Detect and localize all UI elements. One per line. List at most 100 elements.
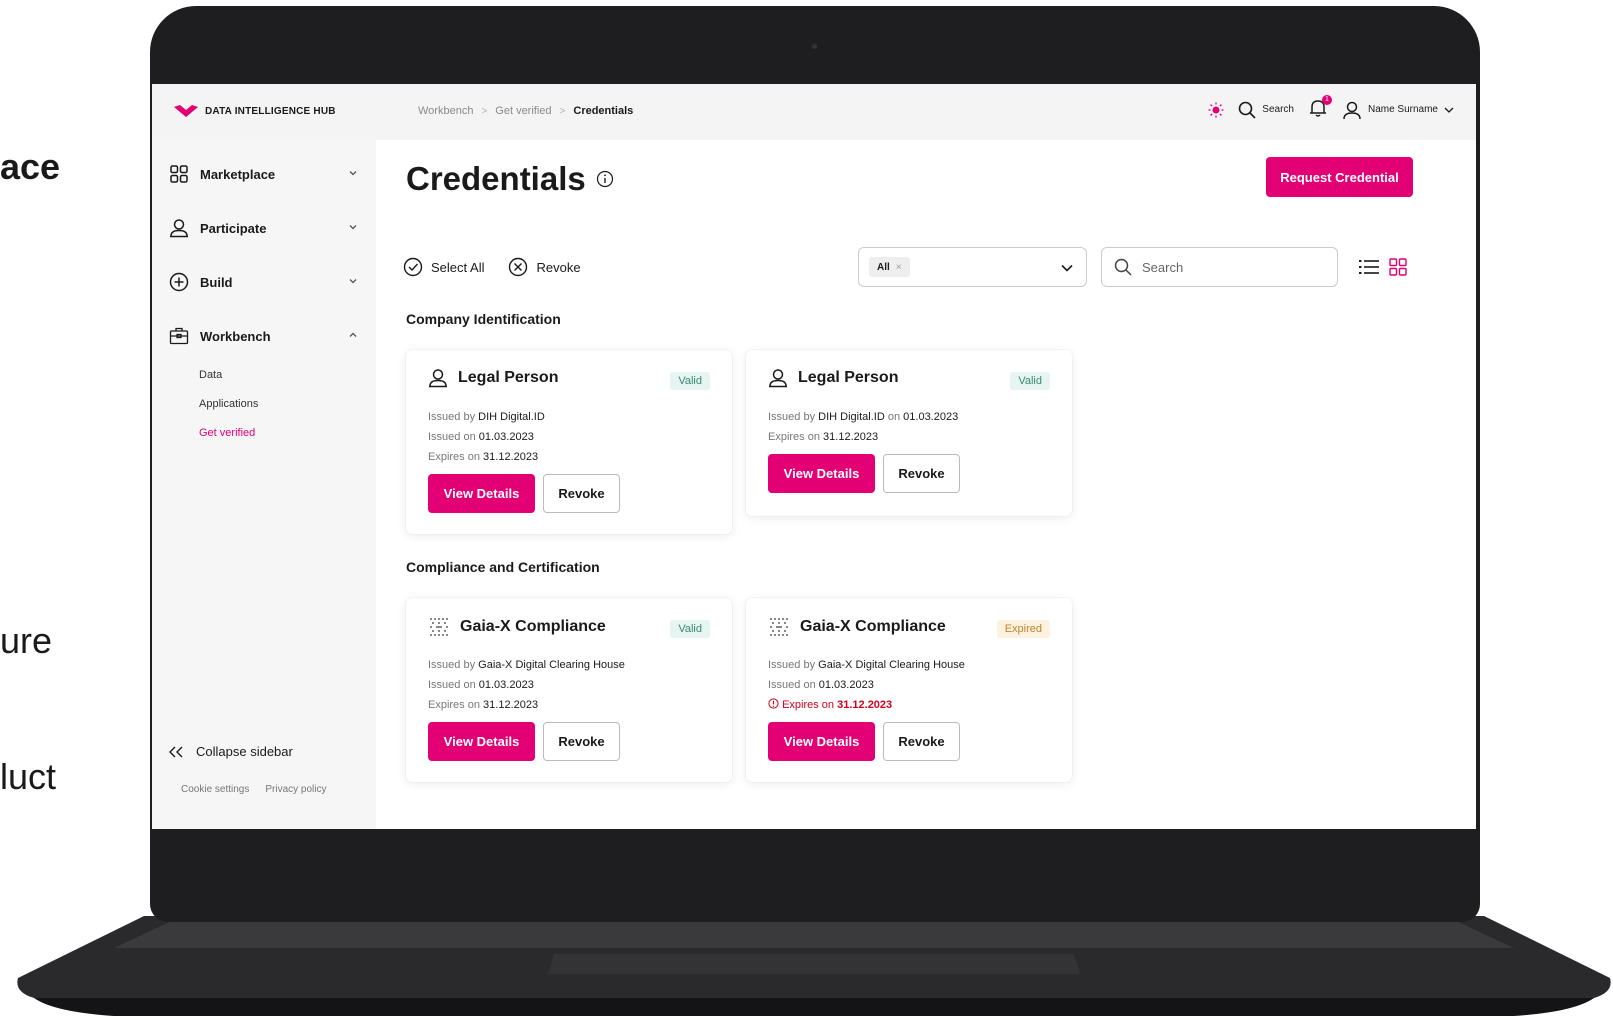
chevron-right-icon: >	[559, 105, 566, 117]
card-title: Gaia-X Compliance	[800, 618, 946, 635]
privacy-policy-link[interactable]: Privacy policy	[265, 784, 326, 795]
sidebar-item-build[interactable]: Build	[168, 270, 358, 294]
chevron-down-icon	[349, 171, 357, 176]
list-view-icon[interactable]	[1359, 258, 1379, 276]
sidebar-item-label: Marketplace	[200, 166, 276, 182]
card-header: Gaia-X Compliance	[768, 616, 946, 638]
revoke-selected-label: Revoke	[536, 259, 581, 275]
sidebar-subitem-applications[interactable]: Applications	[199, 398, 258, 410]
chevron-right-icon: >	[481, 105, 488, 117]
sidebar-item-workbench[interactable]: Workbench	[168, 324, 358, 348]
close-icon[interactable]: ×	[896, 262, 902, 273]
select-all-button[interactable]: Select All	[403, 257, 484, 277]
cookie-settings-link[interactable]: Cookie settings	[181, 784, 249, 795]
collapse-sidebar-label: Collapse sidebar	[196, 744, 293, 759]
top-search-label: Search	[1262, 104, 1294, 115]
revoke-button[interactable]: Revoke	[543, 474, 620, 513]
grid-view-icon[interactable]	[1389, 258, 1407, 276]
x-circle-icon	[509, 257, 528, 277]
sidebar-subitem-get-verified[interactable]: Get verified	[199, 427, 255, 439]
status-badge: Expired	[996, 620, 1050, 638]
chevron-up-icon	[349, 332, 357, 337]
expires-label: Expires on	[428, 699, 480, 711]
card-details: Issued by Gaia-X Digital Clearing House …	[768, 655, 965, 715]
section-title-company-identification: Company Identification	[406, 311, 561, 327]
sidebar-subitem-data[interactable]: Data	[199, 369, 222, 381]
issuer: Gaia-X Digital Clearing House	[478, 659, 625, 671]
sidebar: Marketplace Participate Build Workbench …	[152, 140, 376, 829]
theme-toggle-icon[interactable]	[1208, 102, 1224, 118]
filter-chip-label: All	[877, 261, 890, 273]
grid-icon	[168, 163, 190, 185]
card-actions: View Details Revoke	[428, 474, 620, 513]
expires-label: Expires on	[768, 431, 820, 443]
filter-chip[interactable]: All ×	[869, 257, 910, 277]
view-details-button[interactable]: View Details	[428, 474, 535, 513]
top-search-button[interactable]: Search	[1238, 101, 1294, 119]
revoke-button[interactable]: Revoke	[543, 722, 620, 761]
card-actions: View Details Revoke	[768, 454, 960, 493]
view-details-button[interactable]: View Details	[768, 722, 875, 761]
issuer: Gaia-X Digital Clearing House	[818, 659, 965, 671]
section-title-compliance: Compliance and Certification	[406, 559, 600, 575]
issued-on-date: 01.03.2023	[903, 411, 959, 423]
issued-by-label: Issued by	[428, 411, 476, 423]
status-badge: Valid	[670, 620, 710, 638]
issuer: DIH Digital.ID	[478, 411, 545, 423]
sidebar-item-label: Workbench	[200, 328, 271, 344]
issued-by-label: Issued by	[768, 411, 816, 423]
info-icon[interactable]	[596, 170, 614, 188]
credential-card: Legal Person Valid Issued by DIH Digital…	[406, 350, 732, 534]
page-title: Credentials	[406, 160, 614, 198]
sidebar-item-participate[interactable]: Participate	[168, 216, 358, 240]
view-toggle	[1359, 258, 1407, 276]
side-text-fragment: ace	[0, 146, 61, 187]
page-title-text: Credentials	[406, 160, 586, 197]
view-details-button[interactable]: View Details	[428, 722, 535, 761]
top-right-controls: Search 1 Name Surname	[1208, 95, 1454, 121]
brand-name: DATA INTELLIGENCE HUB	[205, 106, 336, 117]
app-screen: DATA INTELLIGENCE HUB Workbench > Get ve…	[152, 84, 1476, 829]
chevron-down-icon	[1444, 107, 1454, 113]
request-credential-button[interactable]: Request Credential	[1266, 157, 1413, 197]
chevron-down-icon	[1061, 264, 1073, 272]
user-menu[interactable]: Name Surname	[1342, 100, 1454, 120]
view-details-button[interactable]: View Details	[768, 454, 875, 493]
on-label: on	[887, 411, 901, 423]
plus-circle-icon	[168, 271, 190, 293]
card-actions: View Details Revoke	[428, 722, 620, 761]
collapse-sidebar-button[interactable]: Collapse sidebar	[168, 744, 293, 759]
revoke-selected-button[interactable]: Revoke	[508, 257, 581, 277]
search-icon	[1114, 258, 1132, 276]
status-filter-select[interactable]: All ×	[858, 247, 1087, 287]
card-actions: View Details Revoke	[768, 722, 960, 761]
card-header: Legal Person	[768, 368, 898, 388]
expires-label: Expires on	[428, 451, 480, 463]
camera	[812, 44, 817, 49]
breadcrumb-workbench[interactable]: Workbench	[418, 105, 473, 117]
briefcase-icon	[168, 325, 190, 347]
card-details: Issued by DIH Digital.ID on 01.03.2023 E…	[768, 407, 958, 447]
revoke-button[interactable]: Revoke	[883, 454, 960, 493]
breadcrumb-get-verified[interactable]: Get verified	[495, 105, 551, 117]
issued-on-label: Issued on	[428, 679, 476, 691]
notifications-button[interactable]: 1	[1308, 95, 1332, 121]
breadcrumb: Workbench > Get verified > Credentials	[418, 105, 633, 117]
sidebar-item-label: Build	[200, 274, 233, 290]
person-icon	[429, 369, 447, 388]
gaia-x-logo-icon	[770, 618, 788, 636]
user-name: Name Surname	[1367, 104, 1438, 115]
sidebar-item-marketplace[interactable]: Marketplace	[168, 162, 358, 186]
issued-on-date: 01.03.2023	[478, 679, 534, 691]
gaia-x-logo-icon	[430, 618, 448, 636]
expires-date: 31.12.2023	[823, 431, 879, 443]
card-details: Issued by DIH Digital.ID Issued on 01.03…	[428, 407, 545, 467]
search-input[interactable]: Search	[1101, 247, 1338, 287]
revoke-button[interactable]: Revoke	[883, 722, 960, 761]
card-details: Issued by Gaia-X Digital Clearing House …	[428, 655, 625, 715]
card-title: Legal Person	[798, 369, 899, 386]
card-header: Legal Person	[428, 368, 558, 388]
issued-on-label: Issued on	[428, 431, 476, 443]
chevron-down-icon	[349, 279, 357, 284]
issued-on-date: 01.03.2023	[478, 431, 534, 443]
